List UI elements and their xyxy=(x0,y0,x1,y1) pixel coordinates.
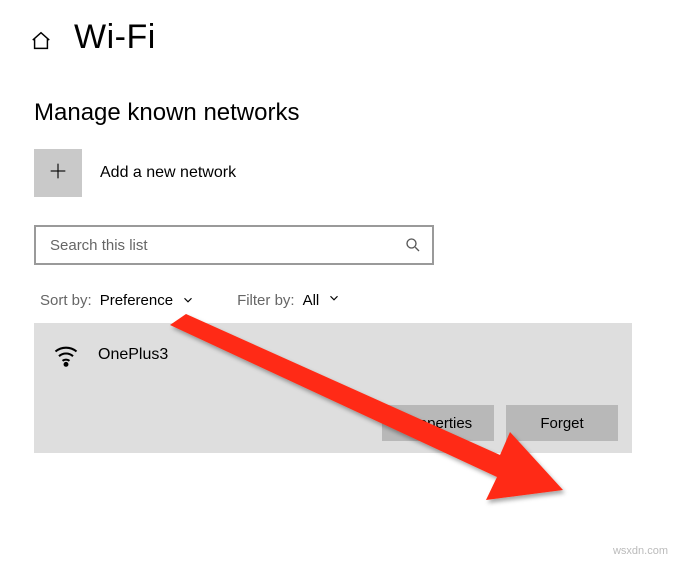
plus-icon xyxy=(47,160,69,187)
section-heading: Manage known networks xyxy=(0,67,680,127)
search-input[interactable] xyxy=(50,237,404,254)
network-item-header: OnePlus3 xyxy=(34,323,632,373)
chevron-down-icon[interactable] xyxy=(327,291,341,309)
wifi-icon xyxy=(52,341,80,369)
header: Wi-Fi xyxy=(0,0,680,67)
watermark: wsxdn.com xyxy=(613,545,668,557)
sort-value[interactable]: Preference xyxy=(100,292,173,309)
search-box[interactable] xyxy=(34,225,434,265)
network-buttons: Properties Forget xyxy=(34,373,632,453)
page-title: Wi-Fi xyxy=(74,18,156,57)
add-network-row[interactable]: Add a new network xyxy=(0,127,680,209)
network-name: OnePlus3 xyxy=(98,346,168,364)
add-network-label: Add a new network xyxy=(100,164,236,182)
filter-value[interactable]: All xyxy=(303,292,320,309)
forget-button[interactable]: Forget xyxy=(506,405,618,441)
home-icon[interactable] xyxy=(30,30,52,52)
chevron-down-icon[interactable] xyxy=(181,293,195,307)
search-icon[interactable] xyxy=(404,236,422,254)
add-tile[interactable] xyxy=(34,149,82,197)
network-item[interactable]: OnePlus3 Properties Forget xyxy=(34,323,632,453)
filter-label: Filter by: xyxy=(237,292,295,309)
sort-label: Sort by: xyxy=(40,292,92,309)
filter-row: Sort by: Preference Filter by: All xyxy=(0,265,680,323)
properties-button[interactable]: Properties xyxy=(382,405,494,441)
